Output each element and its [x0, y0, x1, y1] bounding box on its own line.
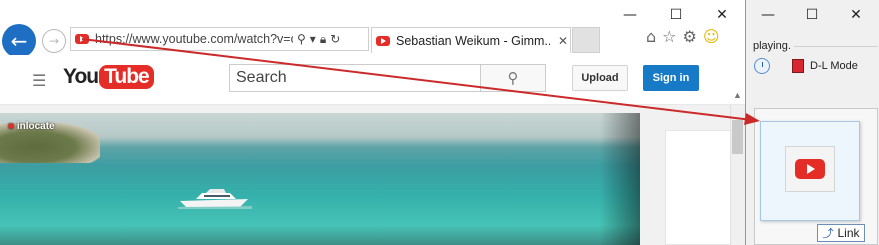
tab-title: Sebastian Weikum - Gimm...	[396, 33, 550, 48]
new-tab-button[interactable]	[572, 27, 600, 53]
menu-icon[interactable]: ☰	[32, 71, 46, 90]
status-text: playing.	[753, 40, 794, 52]
clock-icon[interactable]	[754, 58, 770, 74]
yacht-image	[178, 189, 252, 209]
address-bar-icons: ⚲ ▾ 🔒︎ ↻	[297, 32, 340, 47]
dl-mode-label[interactable]: D-L Mode	[810, 60, 858, 72]
logo-tube-text: Tube	[99, 65, 154, 89]
refresh-icon[interactable]: ↻	[330, 32, 340, 47]
browser-window: — ☐ ✕ ← → https://www.youtube.com/watch?…	[0, 0, 745, 245]
lock-icon[interactable]: 🔒︎	[320, 32, 326, 47]
app-minimize-button[interactable]: —	[746, 0, 790, 30]
app-toolbar: D-L Mode	[754, 58, 858, 74]
search-button[interactable]: ⚲	[480, 64, 546, 92]
youtube-logo[interactable]: You Tube	[63, 65, 154, 89]
maximize-button[interactable]: ☐	[653, 0, 699, 30]
back-button[interactable]: ←	[2, 24, 36, 58]
tab-close-icon[interactable]: ✕	[558, 34, 568, 48]
feedback-icon[interactable]: ☺	[703, 27, 720, 46]
settings-icon[interactable]: ⚙	[683, 27, 697, 46]
app-maximize-button[interactable]: ☐	[790, 0, 834, 30]
address-bar[interactable]: https://www.youtube.com/watch?v=c ⚲ ▾ 🔒︎…	[70, 27, 369, 51]
address-url[interactable]: https://www.youtube.com/watch?v=c	[95, 32, 293, 46]
app-window-controls: — ☐ ✕	[746, 0, 878, 30]
dl-mode-icon[interactable]	[792, 59, 804, 73]
search-icon: ⚲	[507, 69, 519, 87]
link-icon: ⤴	[822, 227, 834, 240]
minimize-button[interactable]: —	[607, 0, 653, 30]
video-player[interactable]: ■ inlocate	[0, 113, 640, 245]
close-button[interactable]: ✕	[699, 0, 745, 30]
video-vignette	[600, 113, 640, 245]
link-button[interactable]: ⤴ Link	[817, 224, 865, 242]
scroll-up-icon[interactable]: ▲	[733, 90, 742, 100]
dropdown-icon[interactable]: ▾	[310, 32, 316, 47]
youtube-favicon-icon	[75, 34, 89, 44]
forward-button[interactable]: →	[42, 29, 66, 53]
browser-window-controls: — ☐ ✕	[607, 0, 745, 30]
favorites-icon[interactable]: ☆	[662, 27, 676, 46]
video-watermark: ■ inlocate	[8, 121, 55, 132]
play-icon	[795, 159, 825, 179]
link-label: Link	[837, 226, 860, 240]
search-icon[interactable]: ⚲	[297, 32, 306, 47]
logo-you-text: You	[63, 65, 99, 88]
browser-tab[interactable]: Sebastian Weikum - Gimm... ✕	[371, 27, 571, 53]
search-input[interactable]: Search	[229, 64, 481, 92]
browser-tools: ⌂ ☆ ⚙ ☺	[646, 27, 720, 46]
sign-in-button[interactable]: Sign in	[643, 65, 699, 91]
app-close-button[interactable]: ✕	[834, 0, 878, 30]
home-icon[interactable]: ⌂	[646, 27, 656, 46]
sidebar-card[interactable]	[665, 130, 740, 245]
tab-favicon-icon	[376, 35, 390, 46]
scrollbar-thumb[interactable]	[732, 120, 743, 154]
youtube-thumbnail[interactable]	[785, 146, 835, 192]
upload-button[interactable]: Upload	[572, 65, 628, 91]
youtube-header: ☰ You Tube Search ⚲ Upload Sign in	[0, 55, 745, 105]
